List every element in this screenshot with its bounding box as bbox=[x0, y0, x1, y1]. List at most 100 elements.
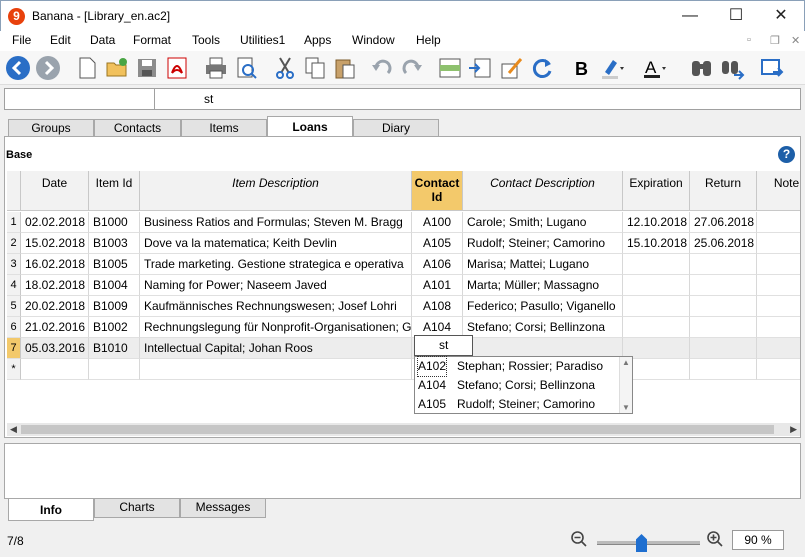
cell-return[interactable]: 25.06.2018 bbox=[690, 233, 757, 254]
minimize-button[interactable]: — bbox=[670, 5, 710, 27]
autocomplete-option[interactable]: A105 Rudolf; Steiner; Camorino bbox=[416, 395, 620, 414]
cell-expiration[interactable] bbox=[623, 296, 690, 317]
mdi-restore-icon[interactable]: ❐ bbox=[770, 34, 780, 47]
open-folder-icon[interactable] bbox=[104, 55, 130, 81]
cell-item-id[interactable] bbox=[89, 359, 140, 380]
zoom-out-icon[interactable] bbox=[570, 530, 588, 548]
cell-return[interactable] bbox=[690, 254, 757, 275]
cell-return[interactable]: 27.06.2018 bbox=[690, 212, 757, 233]
cell-note[interactable] bbox=[757, 254, 800, 275]
mdi-close-icon[interactable]: ✕ bbox=[791, 34, 800, 47]
cell-date[interactable]: 02.02.2018 bbox=[21, 212, 89, 233]
tab-contacts[interactable]: Contacts bbox=[94, 119, 181, 137]
redo-icon[interactable] bbox=[399, 55, 425, 81]
cell-item-id[interactable]: B1004 bbox=[89, 275, 140, 296]
row-number[interactable]: 1 bbox=[7, 212, 21, 233]
copy-icon[interactable] bbox=[302, 55, 328, 81]
text-color-icon[interactable]: A bbox=[641, 55, 667, 81]
tab-items[interactable]: Items bbox=[181, 119, 267, 137]
cell-date[interactable]: 16.02.2018 bbox=[21, 254, 89, 275]
menu-file[interactable]: File bbox=[12, 33, 31, 47]
save-icon[interactable] bbox=[134, 55, 160, 81]
zoom-slider-thumb[interactable] bbox=[636, 534, 647, 552]
cell-return[interactable] bbox=[690, 317, 757, 338]
col-header-contact-description[interactable]: Contact Description bbox=[463, 171, 623, 211]
menu-utilities1[interactable]: Utilities1 bbox=[240, 33, 285, 47]
tab-charts[interactable]: Charts bbox=[94, 499, 180, 518]
col-header-expiration[interactable]: Expiration bbox=[623, 171, 690, 211]
move-rows-icon[interactable] bbox=[467, 55, 493, 81]
pdf-icon[interactable] bbox=[164, 55, 190, 81]
menu-help[interactable]: Help bbox=[416, 33, 441, 47]
cell-note[interactable] bbox=[757, 233, 800, 254]
help-icon[interactable]: ? bbox=[778, 146, 795, 163]
col-header-return[interactable]: Return bbox=[690, 171, 757, 211]
tab-messages[interactable]: Messages bbox=[180, 499, 266, 518]
cell-note[interactable] bbox=[757, 359, 800, 380]
menu-format[interactable]: Format bbox=[133, 33, 171, 47]
cut-icon[interactable] bbox=[272, 55, 298, 81]
cell-date[interactable]: 05.03.2016 bbox=[21, 338, 89, 359]
zoom-level[interactable]: 90 % bbox=[732, 530, 784, 550]
zoom-slider-track[interactable] bbox=[597, 541, 700, 545]
cell-item-id[interactable]: B1003 bbox=[89, 233, 140, 254]
cell-contact-description[interactable]: Marta; Müller; Massagno bbox=[463, 275, 623, 296]
menu-apps[interactable]: Apps bbox=[304, 33, 331, 47]
cell-date[interactable]: 15.02.2018 bbox=[21, 233, 89, 254]
cell-return[interactable] bbox=[690, 296, 757, 317]
cell-contact-id[interactable]: A100 bbox=[412, 212, 463, 233]
cell-item-id[interactable]: B1005 bbox=[89, 254, 140, 275]
highlight-color-icon[interactable] bbox=[599, 55, 625, 81]
cell-contact-description[interactable]: Stefano; Corsi; Bellinzona bbox=[463, 317, 623, 338]
cell-item-description[interactable]: Trade marketing. Gestione strategica e o… bbox=[140, 254, 412, 275]
cell-date[interactable]: 21.02.2016 bbox=[21, 317, 89, 338]
cell-item-id[interactable]: B1009 bbox=[89, 296, 140, 317]
cell-date[interactable] bbox=[21, 359, 89, 380]
menu-window[interactable]: Window bbox=[352, 33, 395, 47]
row-number[interactable]: 4 bbox=[7, 275, 21, 296]
cell-date[interactable]: 18.02.2018 bbox=[21, 275, 89, 296]
new-row-marker[interactable]: * bbox=[7, 359, 21, 380]
cell-item-description[interactable]: Dove va la matematica; Keith Devlin bbox=[140, 233, 412, 254]
row-number[interactable]: 6 bbox=[7, 317, 21, 338]
col-header-date[interactable]: Date bbox=[21, 171, 89, 211]
row-number[interactable]: 7 bbox=[7, 338, 21, 359]
cell-expiration[interactable] bbox=[623, 317, 690, 338]
chevron-up-icon[interactable]: ▲ bbox=[620, 358, 632, 367]
cell-item-id[interactable]: B1010 bbox=[89, 338, 140, 359]
cell-item-description[interactable]: Rechnungslegung für Nonprofit-Organisati… bbox=[140, 317, 412, 338]
close-button[interactable]: ✕ bbox=[761, 5, 801, 27]
forward-icon[interactable] bbox=[35, 55, 61, 81]
tab-info[interactable]: Info bbox=[8, 499, 94, 521]
cell-reference-field[interactable] bbox=[5, 89, 155, 109]
horizontal-scrollbar[interactable]: ◀ ▶ bbox=[7, 423, 800, 436]
zoom-in-icon[interactable] bbox=[706, 530, 724, 548]
back-icon[interactable] bbox=[5, 55, 31, 81]
tab-loans[interactable]: Loans bbox=[267, 116, 353, 137]
chevron-down-icon[interactable]: ▼ bbox=[620, 403, 632, 412]
cell-note[interactable] bbox=[757, 317, 800, 338]
cell-expiration[interactable] bbox=[623, 359, 690, 380]
paste-icon[interactable] bbox=[332, 55, 358, 81]
cell-contact-description[interactable]: Rudolf; Steiner; Camorino bbox=[463, 233, 623, 254]
find-replace-icon[interactable] bbox=[719, 55, 745, 81]
cell-contact-description[interactable]: Federico; Pasullo; Viganello bbox=[463, 296, 623, 317]
recheck-icon[interactable] bbox=[529, 55, 555, 81]
scroll-right-icon[interactable]: ▶ bbox=[790, 423, 797, 436]
contact-id-editor[interactable]: st bbox=[414, 335, 473, 356]
print-preview-icon[interactable] bbox=[233, 55, 259, 81]
cell-contact-id[interactable]: A106 bbox=[412, 254, 463, 275]
cell-item-description[interactable]: Kaufmännisches Rechnungswesen; Josef Loh… bbox=[140, 296, 412, 317]
col-header-item-description[interactable]: Item Description bbox=[140, 171, 412, 211]
cell-contact-id[interactable]: A105 bbox=[412, 233, 463, 254]
cell-item-description[interactable]: Intellectual Capital; Johan Roos bbox=[140, 338, 412, 359]
cell-item-description[interactable] bbox=[140, 359, 412, 380]
undo-icon[interactable] bbox=[369, 55, 395, 81]
cell-return[interactable] bbox=[690, 359, 757, 380]
cell-item-description[interactable]: Business Ratios and Formulas; Steven M. … bbox=[140, 212, 412, 233]
cell-return[interactable] bbox=[690, 275, 757, 296]
tab-groups[interactable]: Groups bbox=[8, 119, 94, 137]
cell-note[interactable] bbox=[757, 296, 800, 317]
mdi-minimize-icon[interactable]: ▫ bbox=[747, 34, 751, 46]
row-number[interactable]: 2 bbox=[7, 233, 21, 254]
